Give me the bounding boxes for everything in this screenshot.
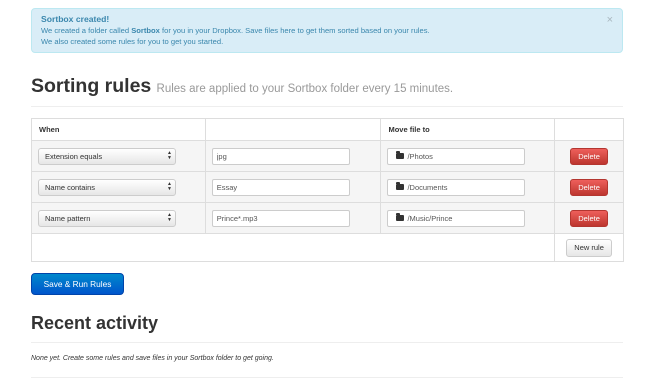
divider [31,377,623,378]
condition-select-value: Name contains [45,182,96,192]
destination-folder-picker[interactable]: /Documents [387,178,526,196]
folder-icon [396,181,405,190]
table-footer-row: New rule [30,233,624,262]
up-down-arrows-icon: ▲ ▼ [167,180,172,192]
sorting-rules-title: Sorting rules [31,75,152,97]
rule-value-input[interactable] [211,147,350,165]
divider [31,342,623,343]
destination-folder-path: /Photos [407,151,433,161]
alert-line-2: We also created some rules for you to ge… [41,37,224,46]
rule-value-input[interactable] [211,178,350,196]
destination-folder-path: /Documents [407,182,448,192]
alert-folder-name: Sortbox [131,26,160,35]
new-rule-button[interactable]: New rule [566,238,613,257]
footer-spacer [30,233,556,262]
condition-select-value: Name pattern [45,213,91,223]
condition-select-value: Extension equals [45,151,103,161]
alert-line-1-suffix: for you in your Dropbox. Save files here… [159,26,430,35]
table-row: Name contains ▲▼ /Documents Delete [31,171,624,203]
destination-folder-path: /Music/Prince [407,213,453,223]
success-alert: Sortbox created! We created a folder cal… [31,8,623,53]
rule-value-input[interactable] [211,209,350,227]
table-header-row: When Move file to [31,118,624,141]
sorting-rules-heading: Sorting rules Rules are applied to your … [31,75,453,98]
delete-button[interactable]: Delete [570,147,609,165]
recent-activity-title: Recent activity [31,313,159,333]
condition-select[interactable]: Name contains ▲ ▼ [38,178,176,196]
condition-select[interactable]: Extension equals ▲ ▼ [38,147,176,165]
close-icon[interactable]: × [607,15,613,26]
table-row: Name pattern ▲▼ /Music/Prince Delete [31,202,624,234]
destination-folder-picker[interactable]: /Music/Prince [387,209,526,227]
table-row: Extension equals ▲▼ /Photos Delete [31,140,624,172]
header-actions [554,118,624,141]
alert-title: Sortbox created! [41,14,110,24]
folder-icon [396,150,405,159]
condition-select[interactable]: Name pattern ▲ ▼ [38,209,176,227]
alert-line-1-prefix: We created a folder called [41,26,132,35]
divider [31,106,623,107]
destination-folder-picker[interactable]: /Photos [387,147,526,165]
up-down-arrows-icon: ▲ ▼ [167,211,172,223]
folder-icon [396,212,405,221]
delete-button[interactable]: Delete [570,178,609,196]
up-down-arrows-icon: ▲ ▼ [167,149,172,161]
header-move-to: Move file to [380,118,556,141]
recent-activity-empty-text: None yet. Create some rules and save fil… [31,355,274,362]
sorting-rules-subtitle: Rules are applied to your Sortbox folder… [156,83,454,95]
save-and-run-button[interactable]: Save & Run Rules [31,273,124,295]
header-value [204,118,382,141]
rules-table: When Move file to Extension equals ▲▼ /Ph… [30,118,624,262]
delete-button[interactable]: Delete [570,209,609,227]
alert-line-1: We created a folder called Sortbox for y… [41,25,613,36]
header-when: When [31,118,206,141]
